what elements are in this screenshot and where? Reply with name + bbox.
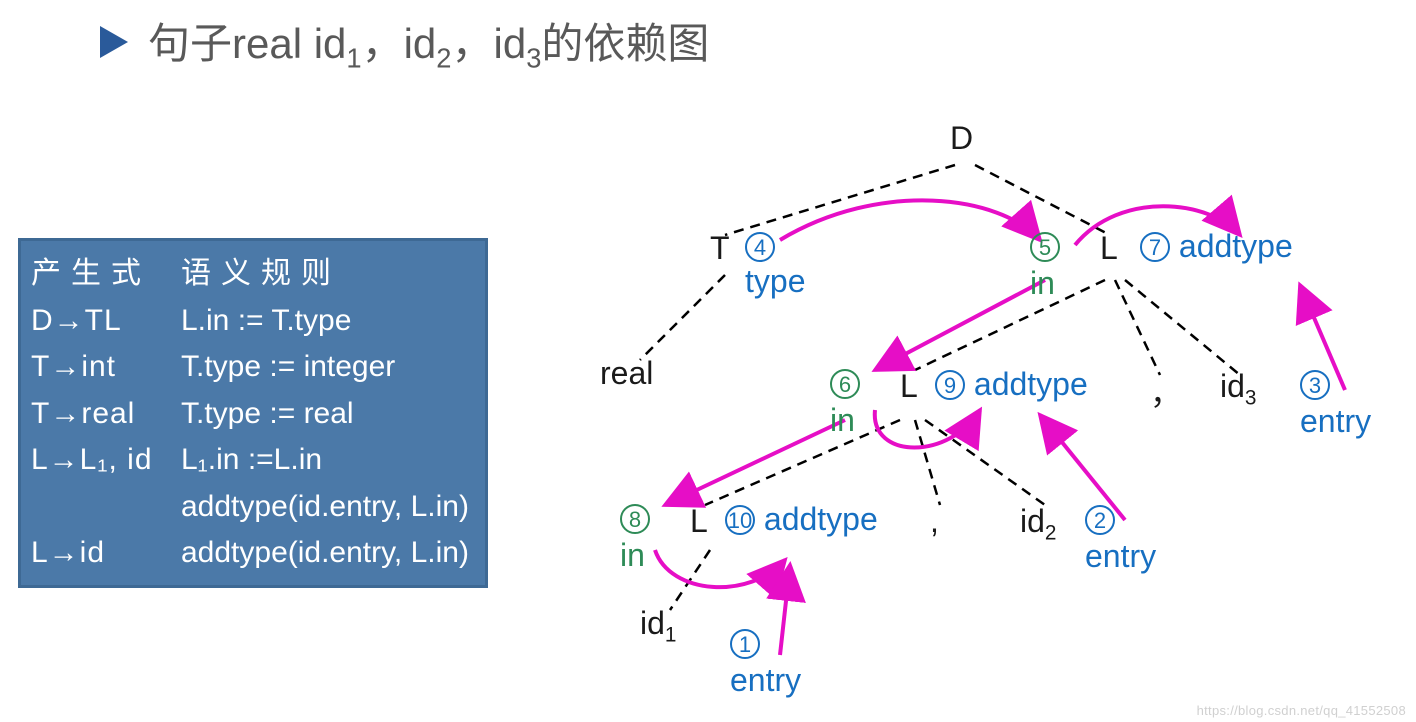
attr-2-entry: 2entry [1085, 501, 1156, 575]
node-L-mid: L [900, 368, 918, 405]
title: 句子real id1，id2，id3的依赖图 [100, 10, 709, 74]
rule-prod: T→int [31, 344, 181, 391]
title-text: 句子real id1，id2，id3的依赖图 [148, 10, 709, 74]
leaf-id1: id1 [640, 605, 676, 647]
rule-prod: L→L₁, id [31, 437, 181, 484]
rule-prod: T→real [31, 391, 181, 438]
rules-header-production: 产生式 [31, 251, 181, 298]
attr-7-addtype: 7 addtype [1140, 228, 1293, 265]
watermark: https://blog.csdn.net/qq_41552508 [1197, 703, 1406, 718]
comma-mid: , [930, 503, 939, 540]
attr-10-addtype: 10 addtype [725, 501, 878, 538]
rules-row: T→real T.type := real [31, 391, 477, 438]
rules-table: 产生式 语义规则 D→TL L.in := T.type T→int T.typ… [18, 238, 488, 588]
rule-prod [31, 484, 181, 531]
rule-sem: T.type := real [181, 391, 477, 438]
rules-row: D→TL L.in := T.type [31, 298, 477, 345]
attr-8-in: 8in [620, 500, 650, 574]
attr-1-entry: 1entry [730, 625, 801, 699]
comma-top: ， [1150, 368, 1182, 414]
node-L-top: L [1100, 230, 1118, 267]
leaf-real: real [600, 355, 653, 392]
rule-sem: L.in := T.type [181, 298, 477, 345]
rules-row: addtype(id.entry, L.in) [31, 484, 477, 531]
rules-header: 产生式 语义规则 [31, 251, 477, 298]
node-T: T [710, 230, 730, 267]
attr-4-type: 4 type [745, 228, 805, 300]
attr-9-addtype: 9 addtype [935, 366, 1088, 403]
bullet-icon [100, 26, 128, 58]
leaf-id2: id2 [1020, 503, 1056, 545]
attr-6-in: 6in [830, 365, 860, 439]
rules-row: L→id addtype(id.entry, L.in) [31, 530, 477, 577]
node-D: D [950, 120, 973, 157]
attr-3-entry: 3entry [1300, 366, 1371, 440]
graph-edges [500, 100, 1400, 720]
rules-row: T→int T.type := integer [31, 344, 477, 391]
rule-sem: L₁.in :=L.in [181, 437, 477, 484]
rule-prod: D→TL [31, 298, 181, 345]
leaf-id3: id3 [1220, 368, 1256, 410]
rule-sem: addtype(id.entry, L.in) [181, 530, 477, 577]
rule-sem: addtype(id.entry, L.in) [181, 484, 477, 531]
rules-row: L→L₁, id L₁.in :=L.in [31, 437, 477, 484]
rule-sem: T.type := integer [181, 344, 477, 391]
attr-5-in: 5in [1030, 228, 1060, 302]
rule-prod: L→id [31, 530, 181, 577]
node-L-bot: L [690, 503, 708, 540]
dependency-graph: D T 4 type 5in L 7 addtype real 6in L 9 … [500, 100, 1400, 720]
rules-header-semantics: 语义规则 [181, 251, 477, 298]
